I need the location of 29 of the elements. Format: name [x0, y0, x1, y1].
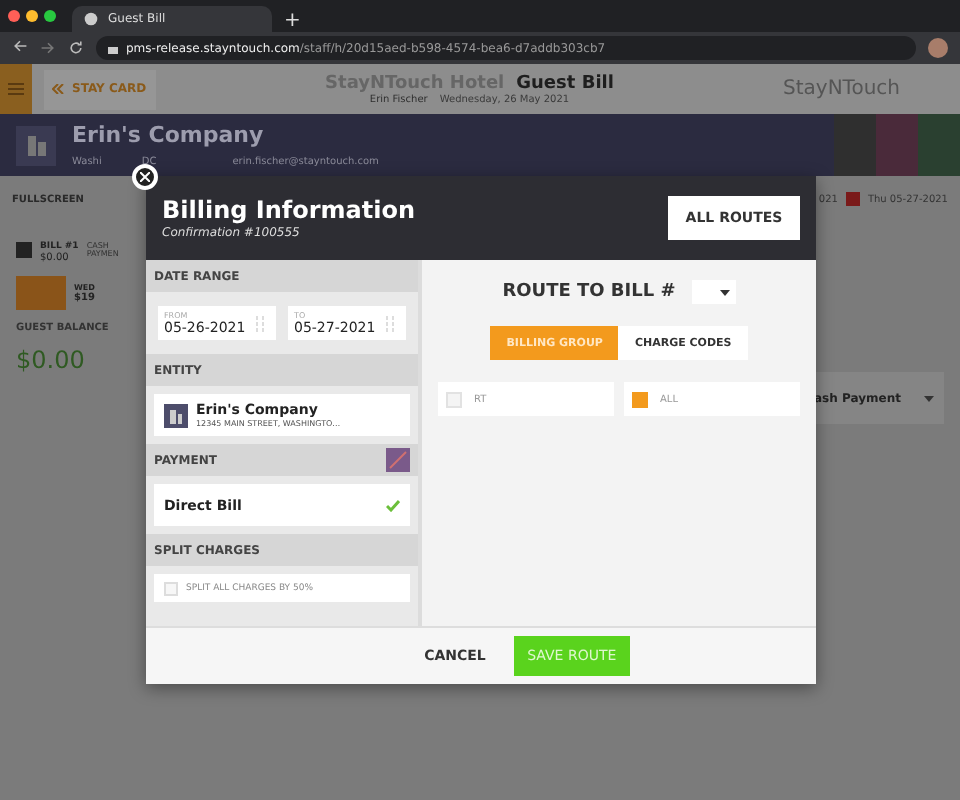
menu-icon: [8, 82, 24, 96]
forward-icon[interactable]: [40, 40, 56, 56]
avatar-tile: [834, 114, 876, 176]
route-label: ROUTE TO BILL #: [502, 282, 676, 302]
logo: StayNTouch: [783, 78, 900, 100]
chevrons-left-icon: [52, 84, 64, 94]
bill-icon: [16, 242, 32, 258]
avatar-tile: [876, 114, 918, 176]
reload-icon[interactable]: [68, 40, 84, 56]
caret-icon: [924, 395, 934, 401]
dialog-title: Billing Information: [162, 196, 416, 224]
balance-amount: $0.00: [16, 346, 87, 374]
calendar-grid-icon: [384, 315, 400, 331]
lock-icon: [108, 42, 118, 54]
company-name: Erin's Company: [72, 122, 266, 148]
charge-tile: [16, 276, 66, 310]
profile-avatar: [928, 38, 948, 58]
calendar-icon: [845, 192, 860, 206]
checkbox[interactable]: [632, 391, 648, 407]
page-title: Guest Bill: [516, 73, 614, 93]
new-tab-button[interactable]: +: [284, 10, 301, 32]
calendar-grid-icon: [254, 315, 270, 331]
avatar-tile: [918, 114, 960, 176]
building-icon: [16, 125, 56, 165]
building-icon: [164, 403, 188, 427]
caret-icon: [719, 289, 730, 295]
bill-dropdown[interactable]: [691, 280, 736, 304]
back-icon[interactable]: [12, 38, 28, 54]
close-icon: [140, 172, 150, 182]
